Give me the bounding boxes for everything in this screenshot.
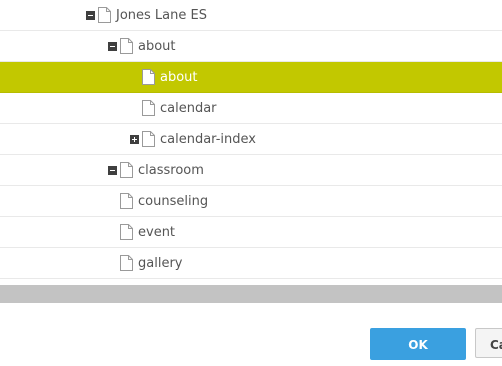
page-icon — [120, 162, 133, 178]
expand-icon[interactable] — [130, 134, 139, 144]
tree-row[interactable]: Jones Lane ES — [0, 0, 502, 31]
tree-row[interactable]: calendar-index — [0, 124, 502, 155]
tree-node: calendar-index — [130, 124, 256, 154]
tree-item-label: calendar-index — [160, 131, 256, 147]
tree-row[interactable]: counseling — [0, 186, 502, 217]
tree-item-label: counseling — [138, 193, 209, 209]
tree-node: counseling — [120, 186, 208, 216]
collapse-icon[interactable] — [108, 165, 117, 175]
tree-row[interactable]: event — [0, 217, 502, 248]
collapse-icon[interactable] — [86, 10, 95, 20]
tree-item-label: classroom — [138, 162, 204, 178]
page-icon — [98, 7, 111, 23]
page-icon — [120, 224, 133, 240]
page-icon — [120, 255, 133, 271]
tree-node: calendar — [142, 93, 217, 123]
tree-node: classroom — [108, 155, 204, 185]
ok-button[interactable]: OK — [370, 328, 466, 360]
tree-row[interactable]: about — [0, 31, 502, 62]
page-tree: Jones Lane ES about about calendar calendar-… — [0, 0, 502, 279]
tree-node: gallery — [120, 248, 182, 278]
page-icon — [142, 69, 155, 85]
page-icon — [120, 38, 133, 54]
horizontal-scrollbar[interactable] — [0, 285, 502, 303]
tree-node: event — [120, 217, 175, 247]
page-icon — [142, 131, 155, 147]
cancel-button[interactable]: Cancel — [475, 328, 502, 358]
tree-row[interactable]: calendar — [0, 93, 502, 124]
tree-item-label: about — [160, 69, 198, 85]
tree-item-label: about — [138, 38, 176, 54]
page-icon — [142, 100, 155, 116]
tree-node: about — [108, 31, 176, 61]
tree-item-label: Jones Lane ES — [116, 7, 207, 23]
tree-item-label: calendar — [160, 100, 217, 116]
page-icon — [120, 193, 133, 209]
tree-node: Jones Lane ES — [86, 0, 207, 30]
tree-item-label: gallery — [138, 255, 183, 271]
tree-node: about — [142, 62, 198, 92]
tree-row[interactable]: gallery — [0, 248, 502, 279]
collapse-icon[interactable] — [108, 41, 117, 51]
tree-row[interactable]: classroom — [0, 155, 502, 186]
tree-item-label: event — [138, 224, 176, 240]
tree-row[interactable]: about — [0, 62, 502, 93]
